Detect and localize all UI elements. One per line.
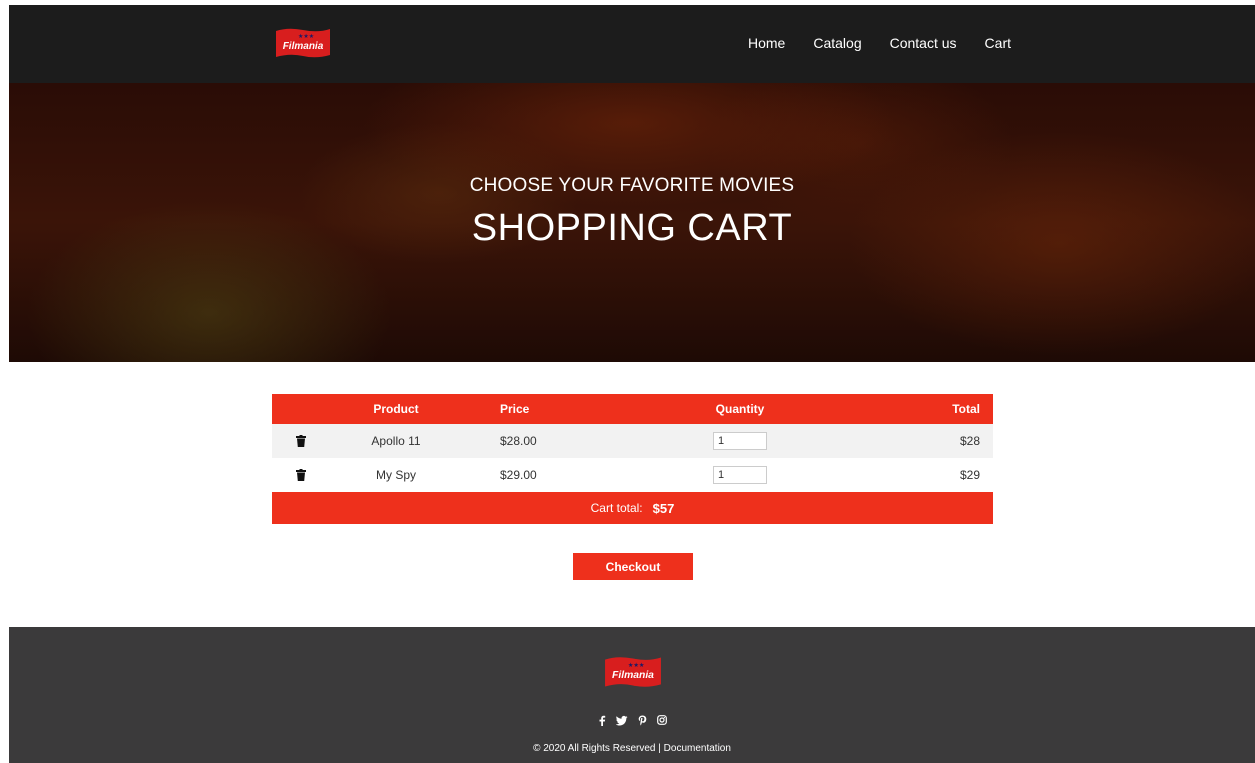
- footer-separator: |: [658, 743, 661, 754]
- row-price: $28.00: [500, 434, 537, 448]
- cart-table: Product Price Quantity Total Apollo 11 $…: [272, 394, 993, 524]
- nav-contact[interactable]: Contact us: [890, 35, 957, 51]
- row-quantity: [672, 424, 808, 458]
- documentation-link[interactable]: Documentation: [664, 743, 731, 754]
- logo-text: Filmania: [283, 41, 324, 52]
- site-header: ★★★ Filmania Home Catalog Contact us Car…: [9, 5, 1255, 83]
- table-row: Apollo 11 $28.00 $28: [272, 424, 993, 458]
- row-product: My Spy: [375, 468, 416, 482]
- cart-total-label: Cart total:: [590, 501, 643, 515]
- hero-title: SHOPPING CART: [471, 207, 793, 249]
- svg-text:★★★: ★★★: [628, 662, 645, 669]
- nav-catalog[interactable]: Catalog: [813, 35, 861, 51]
- header-price: Price: [500, 402, 530, 416]
- row-price: $29.00: [500, 468, 537, 482]
- quantity-input[interactable]: [713, 466, 767, 484]
- trash-icon[interactable]: [294, 458, 308, 492]
- nav-cart[interactable]: Cart: [985, 35, 1011, 51]
- copyright-text: © 2020 All Rights Reserved: [533, 743, 656, 754]
- header-product: Product: [373, 402, 419, 416]
- site-footer: ★★★ Filmania © 2020 All Rights Reserved …: [9, 627, 1255, 763]
- footer-logo-text: Filmania: [612, 670, 654, 681]
- table-row: My Spy $29.00 $29: [272, 458, 993, 492]
- facebook-icon[interactable]: [598, 715, 606, 726]
- checkout-button[interactable]: Checkout: [573, 553, 693, 580]
- cart-total-row: Cart total: $57: [272, 492, 993, 524]
- footer-logo[interactable]: ★★★ Filmania: [603, 653, 663, 691]
- nav-home[interactable]: Home: [748, 35, 785, 51]
- row-total: $29: [959, 468, 980, 482]
- header-quantity: Quantity: [715, 402, 765, 416]
- instagram-icon[interactable]: [656, 715, 667, 726]
- twitter-icon[interactable]: [615, 715, 628, 726]
- row-quantity: [672, 458, 808, 492]
- svg-text:★★★: ★★★: [298, 33, 314, 40]
- row-total: $28: [959, 434, 980, 448]
- hero-banner: CHOOSE YOUR FAVORITE MOVIES SHOPPING CAR…: [9, 83, 1255, 362]
- cart-total-value: $57: [652, 500, 675, 516]
- page: ★★★ Filmania Home Catalog Contact us Car…: [0, 0, 1255, 763]
- row-product: Apollo 11: [371, 434, 421, 448]
- trash-icon[interactable]: [294, 424, 308, 458]
- header-total: Total: [952, 402, 980, 416]
- pinterest-icon[interactable]: [638, 715, 647, 726]
- logo[interactable]: ★★★ Filmania: [274, 25, 332, 61]
- quantity-input[interactable]: [713, 432, 767, 450]
- hero-subtitle: CHOOSE YOUR FAVORITE MOVIES: [469, 175, 795, 196]
- cart-header-row: Product Price Quantity Total: [272, 394, 993, 424]
- main-nav: Home Catalog Contact us Cart: [748, 35, 1011, 51]
- social-links: [9, 715, 1255, 726]
- copyright-line: © 2020 All Rights Reserved | Documentati…: [9, 743, 1255, 754]
